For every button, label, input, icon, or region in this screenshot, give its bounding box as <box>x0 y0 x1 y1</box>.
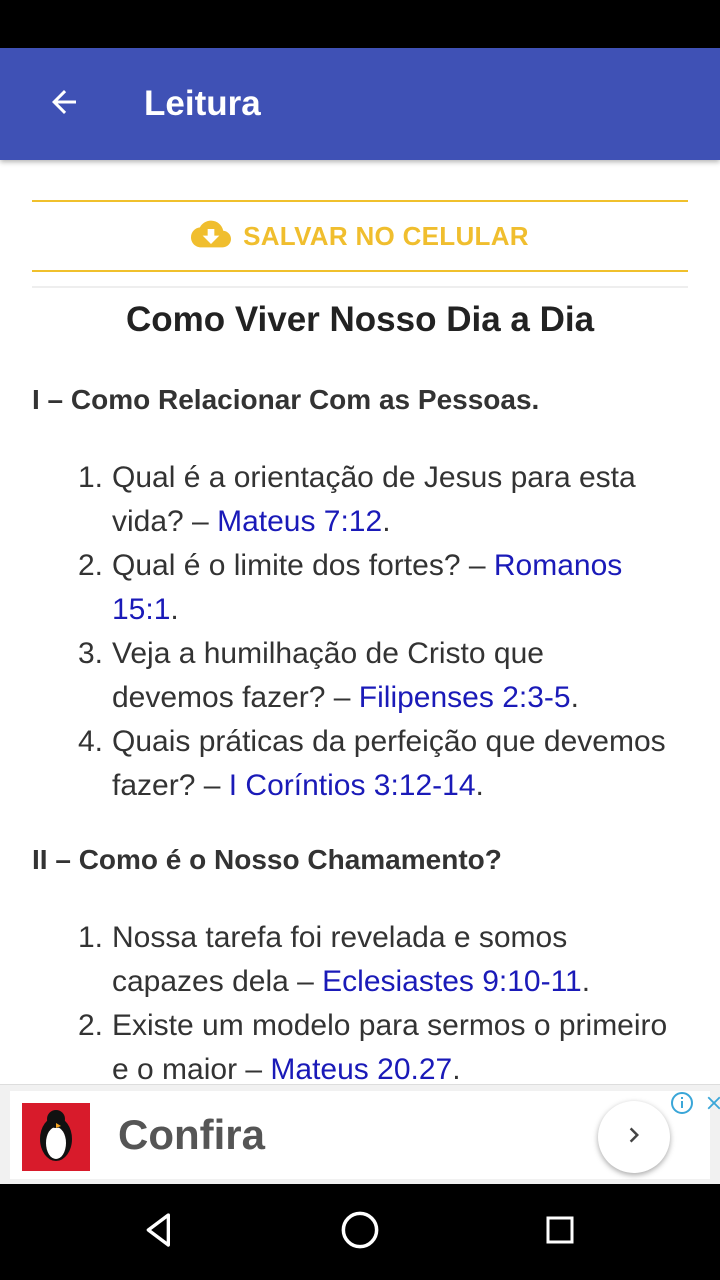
list-item: 2. Qual é o limite dos fortes? – Romanos … <box>0 544 720 632</box>
nav-recents-icon <box>542 1212 578 1253</box>
reference-list: 1. Qual é a orientação de Jesus para esta… <box>0 456 720 808</box>
section-heading: I – Como Relacionar Com as Pessoas. <box>32 384 540 415</box>
cloud-download-icon <box>191 219 232 254</box>
arrow-back-icon <box>46 84 82 125</box>
item-number: 2. <box>78 1009 104 1042</box>
item-number: 4. <box>78 725 104 758</box>
page-title: Leitura <box>144 84 261 123</box>
item-number: 2. <box>78 549 104 582</box>
app-bar: Leitura <box>0 48 720 160</box>
back-button[interactable] <box>32 72 96 136</box>
bible-reference-link[interactable]: Filipenses 2:3-5 <box>359 681 571 714</box>
ad-close-button[interactable] <box>700 1091 720 1119</box>
navigation-bar <box>0 1184 720 1280</box>
item-number: 1. <box>78 461 104 494</box>
status-bar <box>0 0 720 48</box>
item-end: . <box>382 505 391 538</box>
ad-go-button[interactable] <box>598 1101 670 1173</box>
section-heading: II – Como é o Nosso Chamamento? <box>32 844 502 875</box>
list-item: 1. Qual é a orientação de Jesus para esta… <box>0 456 720 544</box>
list-item: 4. Quais práticas da perfeição que devemo… <box>0 720 720 808</box>
ad-banner[interactable]: Confira <box>0 1084 720 1184</box>
list-item: 2. Existe um modelo para sermos o primeir… <box>0 1004 720 1084</box>
bible-reference-link[interactable]: Eclesiastes 9:10-11 <box>322 965 582 998</box>
info-icon <box>670 1091 694 1120</box>
document-title: Como Viver Nosso Dia a Dia <box>125 300 595 339</box>
item-end: . <box>475 769 484 802</box>
item-end: . <box>581 965 591 998</box>
nav-recents-button[interactable] <box>530 1202 590 1262</box>
item-end: . <box>452 1053 461 1084</box>
bible-reference-link[interactable]: Mateus 20.27 <box>270 1053 452 1084</box>
item-text: Qual é o limite dos fortes? – <box>112 549 494 582</box>
bible-reference-link[interactable]: Mateus 7:12 <box>217 505 382 538</box>
divider <box>32 286 688 288</box>
list-item: 3. Veja a humilhação de Cristo que devemo… <box>0 632 720 720</box>
item-end: . <box>170 593 179 626</box>
list-item: 1. Nossa tarefa foi revelada e somos capa… <box>0 916 720 1004</box>
nav-home-button[interactable] <box>330 1202 390 1262</box>
bible-reference-link[interactable]: I Coríntios 3:12-14 <box>229 769 476 802</box>
ad-card[interactable]: Confira <box>10 1091 720 1179</box>
chevron-right-icon <box>619 1120 649 1155</box>
penguin-icon <box>36 1107 76 1168</box>
reference-list: 1. Nossa tarefa foi revelada e somos capa… <box>0 916 720 1084</box>
close-icon <box>703 1092 720 1119</box>
nav-back-button[interactable] <box>130 1202 190 1262</box>
item-number: 3. <box>78 637 104 670</box>
reading-content[interactable]: SALVAR NO CELULAR Como Viver Nosso Dia a… <box>0 160 720 1084</box>
save-label: SALVAR NO CELULAR <box>243 220 529 251</box>
item-end: . <box>570 681 579 714</box>
save-to-phone-button[interactable]: SALVAR NO CELULAR <box>32 200 688 272</box>
ad-text[interactable]: Confira <box>118 1111 265 1159</box>
item-number: 1. <box>78 921 104 954</box>
nav-home-icon <box>339 1209 381 1256</box>
ad-thumbnail[interactable] <box>22 1103 90 1171</box>
nav-back-icon <box>140 1210 180 1255</box>
ad-info-button[interactable] <box>668 1091 696 1119</box>
